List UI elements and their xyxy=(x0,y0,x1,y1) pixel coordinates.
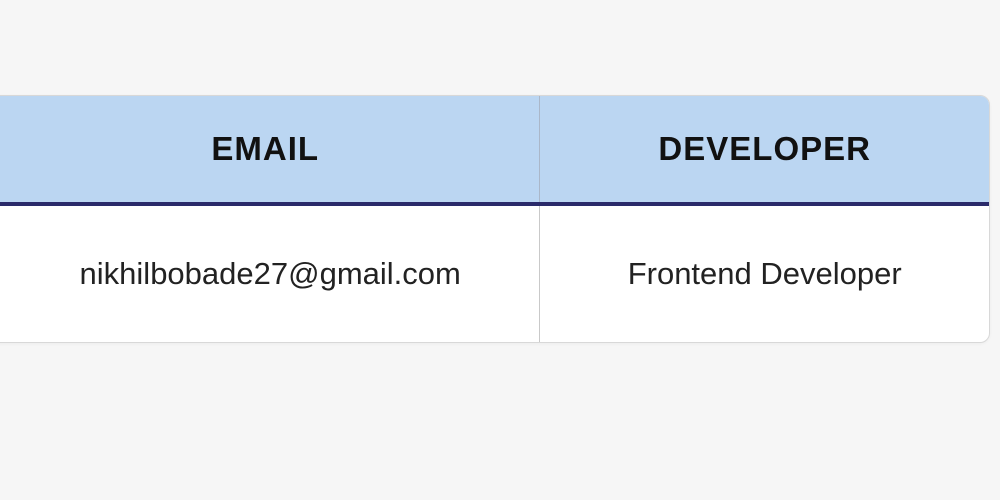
cell-developer: Frontend Developer xyxy=(540,204,989,342)
header-developer: DEVELOPER xyxy=(540,96,989,204)
cell-email: nikhilbobade27@gmail.com xyxy=(0,204,540,342)
data-table: EMAIL DEVELOPER nikhilbobade27@gmail.com… xyxy=(0,96,989,342)
table-row: nikhilbobade27@gmail.com Frontend Develo… xyxy=(0,204,989,342)
table-header-row: EMAIL DEVELOPER xyxy=(0,96,989,204)
header-email: EMAIL xyxy=(0,96,540,204)
data-table-container: EMAIL DEVELOPER nikhilbobade27@gmail.com… xyxy=(0,95,990,343)
